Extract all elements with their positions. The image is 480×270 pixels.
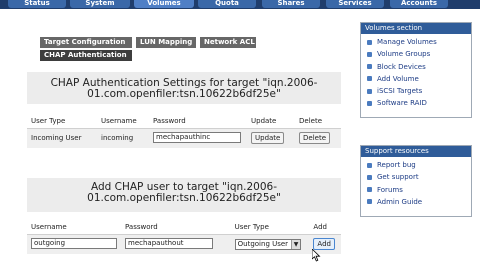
sidebar-item-label: Forums (377, 185, 403, 194)
column-header-update: Update (247, 114, 295, 129)
support-resources-box: Support resources Report bug Get support… (360, 145, 472, 217)
sidebar-item-label: Manage Volumes (377, 38, 437, 46)
bullet-icon (367, 76, 372, 82)
sidebar-item-manage-volumes[interactable]: Manage Volumes (367, 36, 467, 48)
sidebar-item-label: Software RAID (377, 99, 427, 108)
support-resources-list: Report bug Get support Forums Admin Guid… (361, 157, 471, 212)
bullet-icon (367, 88, 372, 94)
bullet-icon (367, 187, 372, 193)
subtab-network-acl[interactable]: Network ACL (200, 37, 256, 48)
sidebar-item-label: Admin Guide (377, 197, 423, 206)
subtab-lun-mapping[interactable]: LUN Mapping (136, 37, 196, 48)
tab-volumes[interactable]: Volumes (134, 0, 194, 8)
sidebar-item-get-support[interactable]: Get support (367, 171, 467, 183)
sidebar-item-admin-guide[interactable]: Admin Guide (367, 196, 467, 208)
table-row: outgoing mechapauthout Outgoing User ▼ A… (27, 234, 341, 254)
tab-status[interactable]: Status (8, 0, 66, 8)
sidebar-item-label: Add Volume (377, 74, 419, 83)
user-type-select[interactable]: Outgoing User ▼ (234, 238, 302, 250)
add-user-title: Add CHAP user to target "iqn.2006-01.com… (27, 178, 341, 212)
user-type-select-value: Outgoing User (237, 240, 289, 249)
column-header-password: Password (121, 220, 231, 235)
subtab-target-configuration[interactable]: Target Configuration (40, 37, 132, 48)
new-password-field[interactable]: mechapauthout (125, 237, 213, 249)
user-type-cell: Incoming User (27, 128, 97, 148)
sidebar-item-software-raid[interactable]: Software RAID (367, 97, 467, 109)
support-resources-title: Support resources (361, 146, 471, 157)
delete-cell: Delete (295, 128, 341, 148)
sidebar-item-label: Report bug (377, 161, 416, 169)
volumes-section-list: Manage Volumes Volume Groups Block Devic… (361, 34, 471, 114)
new-username-field[interactable]: outgoing (31, 237, 117, 249)
main-content: Target Configuration LUN Mapping Network… (27, 26, 341, 270)
user-type-cell: Outgoing User ▼ (230, 234, 310, 254)
sidebar-item-block-devices[interactable]: Block Devices (367, 61, 467, 73)
username-cell: incoming (97, 128, 149, 148)
tab-quota[interactable]: Quota (198, 0, 256, 8)
mouse-cursor-icon (312, 249, 321, 262)
sidebar-item-add-volume[interactable]: Add Volume (367, 73, 467, 85)
table-row: Incoming User incoming mechapauthinc Upd… (27, 128, 341, 148)
sidebar-item-label: iSCSI Targets (377, 87, 423, 96)
column-header-user-type: User Type (27, 114, 97, 129)
password-cell: mechapauthout (121, 234, 231, 254)
sidebar-item-report-bug[interactable]: Report bug (367, 159, 467, 171)
username-cell: outgoing (27, 234, 121, 254)
column-header-password: Password (149, 114, 247, 129)
top-navigation: Status System Volumes Quota Shares Servi… (0, 0, 480, 9)
sidebar-item-forums[interactable]: Forums (367, 184, 467, 196)
sidebar-item-iscsi-targets[interactable]: iSCSI Targets (367, 85, 467, 97)
sidebar-item-label: Get support (377, 173, 419, 182)
bullet-icon (367, 51, 372, 57)
tab-system[interactable]: System (70, 0, 130, 8)
tab-accounts[interactable]: Accounts (390, 0, 448, 8)
sidebar-item-volume-groups[interactable]: Volume Groups (367, 48, 467, 60)
chap-users-table: User Type Username Password Update Delet… (27, 114, 341, 148)
tab-shares[interactable]: Shares (262, 0, 320, 8)
column-header-user-type: User Type (230, 220, 310, 235)
bullet-icon (367, 100, 372, 106)
bullet-icon (367, 174, 372, 180)
sidebar-item-label: Block Devices (377, 62, 426, 71)
table-header-row: Username Password User Type Add (27, 220, 341, 235)
volumes-section-box: Volumes section Manage Volumes Volume Gr… (360, 22, 472, 118)
subtab-chap-authentication[interactable]: CHAP Authentication (40, 50, 132, 61)
update-cell: Update (247, 128, 295, 148)
delete-button[interactable]: Delete (299, 132, 330, 145)
chevron-down-icon[interactable]: ▼ (291, 239, 301, 249)
column-header-add: Add (309, 220, 341, 235)
volumes-section-title: Volumes section (361, 23, 471, 34)
sidebar-item-label: Volume Groups (377, 50, 431, 59)
bullet-icon (367, 162, 372, 168)
bullet-icon (367, 199, 372, 205)
column-header-delete: Delete (295, 114, 341, 129)
update-button[interactable]: Update (251, 132, 285, 145)
table-header-row: User Type Username Password Update Delet… (27, 114, 341, 129)
bullet-icon (367, 39, 372, 45)
password-cell: mechapauthinc (149, 128, 247, 148)
chap-settings-title: CHAP Authentication Settings for target … (27, 72, 341, 104)
add-user-table: Username Password User Type Add outgoing… (27, 220, 341, 254)
bullet-icon (367, 64, 372, 70)
column-header-username: Username (97, 114, 149, 129)
column-header-username: Username (27, 220, 121, 235)
tab-services[interactable]: Services (326, 0, 384, 8)
password-field[interactable]: mechapauthinc (153, 131, 241, 143)
